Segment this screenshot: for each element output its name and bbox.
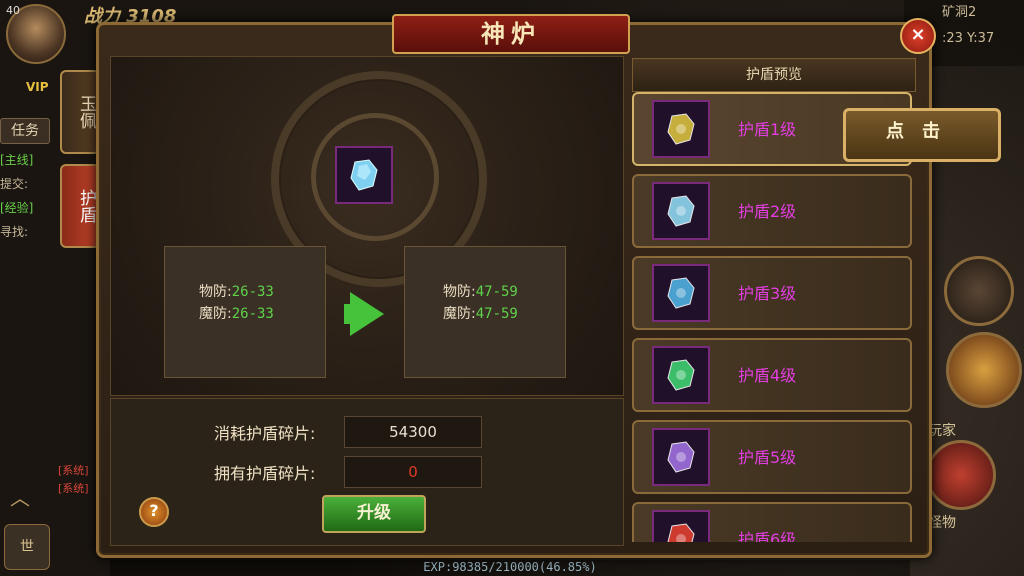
shield-gem-icon <box>350 159 378 191</box>
shield-level-item[interactable]: 护盾6级 <box>632 502 912 542</box>
help-button[interactable]: ? <box>139 497 169 527</box>
shield-item-slot <box>652 100 710 158</box>
shield-level-label: 护盾4级 <box>738 366 797 385</box>
quest-panel: 任务 [主线] 提交: [经验] 寻找: <box>0 118 66 244</box>
shield-gem-icon <box>667 523 695 542</box>
target-player-label[interactable]: 玩家 <box>928 420 956 440</box>
close-button[interactable]: × <box>900 18 936 54</box>
upgrade-button[interactable]: 升级 <box>322 495 426 533</box>
cost-label: 消耗护盾碎片: <box>214 424 316 443</box>
next-stats: 物防:47-59 魔防:47-59 <box>404 246 566 378</box>
shield-item-slot <box>652 182 710 240</box>
quest-line-exp[interactable]: [经验] <box>0 196 66 220</box>
shield-item-slot <box>652 346 710 404</box>
phys-def-label: 物防: <box>199 284 232 300</box>
target-monster-label[interactable]: 怪物 <box>928 512 956 532</box>
shield-gem-icon <box>667 277 695 309</box>
click-hint-button[interactable]: 点击 <box>843 108 1001 162</box>
player-level: 40 <box>6 4 20 17</box>
phys-def-label: 物防: <box>443 284 476 300</box>
shield-level-label: 护盾5级 <box>738 448 797 467</box>
attack-button[interactable] <box>946 332 1022 408</box>
voice-button[interactable]: 世 <box>4 524 50 570</box>
shield-item-slot <box>652 264 710 322</box>
shield-level-item[interactable]: 护盾2级 <box>632 174 912 248</box>
shield-gem-icon <box>667 195 695 227</box>
quest-line-submit: 提交: <box>0 177 29 191</box>
shield-level-label: 护盾1级 <box>738 120 797 139</box>
shield-level-label: 护盾2级 <box>738 202 797 221</box>
chevron-up-icon[interactable]: ︿ <box>10 482 38 510</box>
tab-shield[interactable]: 护盾 <box>60 164 100 248</box>
shield-level-label: 护盾3级 <box>738 284 797 303</box>
quest-line-find: 寻找: <box>0 225 29 239</box>
vip-badge[interactable]: VIP <box>26 80 49 94</box>
shield-level-item[interactable]: 护盾4级 <box>632 338 912 412</box>
shield-item-slot <box>652 428 710 486</box>
shield-gem-icon <box>667 359 695 391</box>
quest-line-main[interactable]: [主线] <box>0 148 66 172</box>
shield-level-item[interactable]: 护盾5级 <box>632 420 912 494</box>
phys-def-value: 26-33 <box>231 284 274 300</box>
arrow-right-icon <box>350 292 384 336</box>
tab-jade[interactable]: 玉佩 <box>60 70 100 154</box>
shield-level-item[interactable]: 护盾3级 <box>632 256 912 330</box>
mag-def-label: 魔防: <box>199 306 232 322</box>
shield-item-slot <box>652 510 710 542</box>
shield-gem-icon <box>667 113 695 145</box>
quest-button[interactable]: 任务 <box>0 118 50 144</box>
shield-level-label: 护盾6级 <box>738 530 797 542</box>
phys-def-value: 47-59 <box>475 284 518 300</box>
exp-bar: EXP:98385/210000(46.85%) <box>110 560 910 576</box>
current-stats: 物防:26-33 魔防:26-33 <box>164 246 326 378</box>
owned-label: 拥有护盾碎片: <box>214 464 316 483</box>
shield-preview-header: 护盾预览 <box>632 58 916 92</box>
chat-line: [系统] <box>58 464 89 477</box>
shield-gem-icon <box>667 441 695 473</box>
owned-value: 0 <box>344 456 482 488</box>
mag-def-label: 魔防: <box>443 306 476 322</box>
cost-value: 54300 <box>344 416 482 448</box>
mag-def-value: 26-33 <box>231 306 274 322</box>
skill-button[interactable] <box>944 256 1014 326</box>
fire-skill-button[interactable] <box>926 440 996 510</box>
current-shield-slot[interactable] <box>335 146 393 204</box>
dialog-title: 神炉 <box>392 14 630 54</box>
mag-def-value: 47-59 <box>475 306 518 322</box>
